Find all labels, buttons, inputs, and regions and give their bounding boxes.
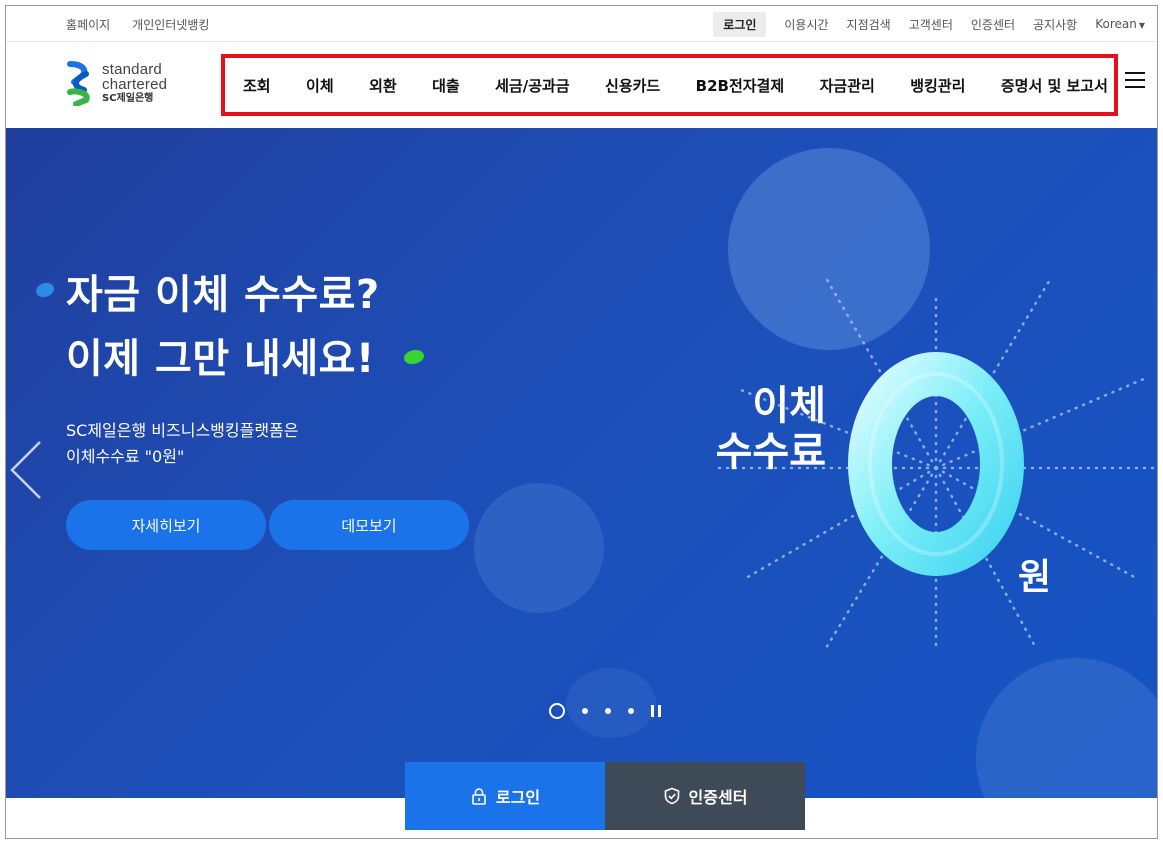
graphic-label: 이체 수수료	[696, 383, 826, 475]
quick-login-label: 로그인	[495, 788, 541, 807]
hero-banner: 자금 이체 수수료? 이제 그만 내세요! SC제일은행 비즈니스뱅킹플랫폼은 …	[6, 128, 1157, 798]
hamburger-menu-icon[interactable]	[1125, 72, 1145, 88]
carousel-indicators	[549, 703, 661, 719]
chevron-down-icon: ▼	[1138, 21, 1145, 30]
carousel-dot[interactable]	[628, 708, 634, 714]
hero-subtext-line-1: SC제일은행 비즈니스뱅킹플랫폼은	[66, 421, 299, 440]
hero-headline-line-2: 이제 그만 내세요!	[66, 336, 375, 382]
nav-item-tax-utilities[interactable]: 세금/공과금	[495, 75, 569, 96]
hero-headline: 자금 이체 수수료? 이제 그만 내세요!	[66, 263, 380, 391]
util-link-hours[interactable]: 이용시간	[784, 16, 828, 33]
demo-button[interactable]: 데모보기	[269, 500, 469, 550]
nav-item-transfer[interactable]: 이체	[306, 75, 334, 96]
language-select[interactable]: Korean ▼	[1095, 17, 1145, 31]
logo-text: standard chartered SC제일은행	[102, 62, 167, 104]
nav-item-b2b-payment[interactable]: B2B전자결제	[696, 75, 785, 96]
logo-line-1: standard	[102, 61, 162, 78]
utility-right: 로그인 이용시간 지점검색 고객센터 인증센터 공지사항 Korean ▼	[713, 6, 1145, 42]
graphic-unit: 원	[1018, 557, 1052, 598]
nav-item-foreign-exchange[interactable]: 외환	[369, 75, 397, 96]
lock-icon	[472, 788, 486, 805]
carousel-dot[interactable]	[605, 708, 611, 714]
util-link-home[interactable]: 홈페이지	[66, 16, 110, 33]
utility-left: 홈페이지 개인인터넷뱅킹	[66, 6, 209, 42]
carousel-dot[interactable]	[582, 708, 588, 714]
decorative-drop-blue	[36, 283, 54, 297]
site-header: standard chartered SC제일은행 조회 이체 외환 대출 세금…	[6, 42, 1157, 128]
chevron-left-icon[interactable]	[8, 440, 48, 500]
nav-item-loan[interactable]: 대출	[432, 75, 460, 96]
graphic-label-line-1: 이체	[752, 383, 826, 429]
hero-subtext-line-2: 이체수수료 "0원"	[66, 447, 185, 466]
logo-mark-icon	[67, 61, 90, 106]
nav-item-credit-card[interactable]: 신용카드	[605, 75, 660, 96]
pause-icon[interactable]	[651, 705, 661, 717]
decorative-circle	[976, 658, 1157, 798]
shield-check-icon	[664, 787, 679, 805]
quick-cert-center-button[interactable]: 인증센터	[605, 762, 805, 830]
nav-item-inquiry[interactable]: 조회	[243, 75, 271, 96]
util-link-customer-center[interactable]: 고객센터	[909, 16, 953, 33]
utility-bar: 홈페이지 개인인터넷뱅킹 로그인 이용시간 지점검색 고객센터 인증센터 공지사…	[6, 6, 1157, 42]
util-link-notices[interactable]: 공지사항	[1033, 16, 1077, 33]
decorative-circle	[474, 483, 604, 613]
util-login-button[interactable]: 로그인	[713, 11, 767, 37]
logo-line-2: chartered	[102, 76, 168, 93]
nav-item-cash-management[interactable]: 자금관리	[820, 75, 875, 96]
hero-subtext: SC제일은행 비즈니스뱅킹플랫폼은 이체수수료 "0원"	[66, 418, 299, 470]
quick-cert-label: 인증센터	[688, 788, 748, 807]
quick-login-button[interactable]: 로그인	[405, 762, 605, 830]
util-link-personal-banking[interactable]: 개인인터넷뱅킹	[132, 16, 209, 33]
main-navigation: 조회 이체 외환 대출 세금/공과금 신용카드 B2B전자결제 자금관리 뱅킹관…	[221, 54, 1118, 116]
nav-item-banking-management[interactable]: 뱅킹관리	[910, 75, 965, 96]
nav-item-certificates-reports[interactable]: 증명서 및 보고서	[1001, 75, 1108, 96]
logo[interactable]: standard chartered SC제일은행	[64, 60, 167, 106]
browser-frame: 홈페이지 개인인터넷뱅킹 로그인 이용시간 지점검색 고객센터 인증센터 공지사…	[5, 5, 1158, 839]
logo-line-3: SC제일은행	[102, 93, 154, 104]
util-link-cert-center[interactable]: 인증센터	[971, 16, 1015, 33]
util-link-branch-search[interactable]: 지점검색	[847, 16, 891, 33]
carousel-dot-active[interactable]	[549, 703, 565, 719]
language-label: Korean	[1095, 17, 1137, 31]
graphic-label-line-2: 수수료	[715, 429, 826, 475]
detail-button[interactable]: 자세히보기	[66, 500, 266, 550]
decorative-drop-green	[404, 350, 424, 364]
hero-headline-line-1: 자금 이체 수수료?	[66, 272, 380, 318]
